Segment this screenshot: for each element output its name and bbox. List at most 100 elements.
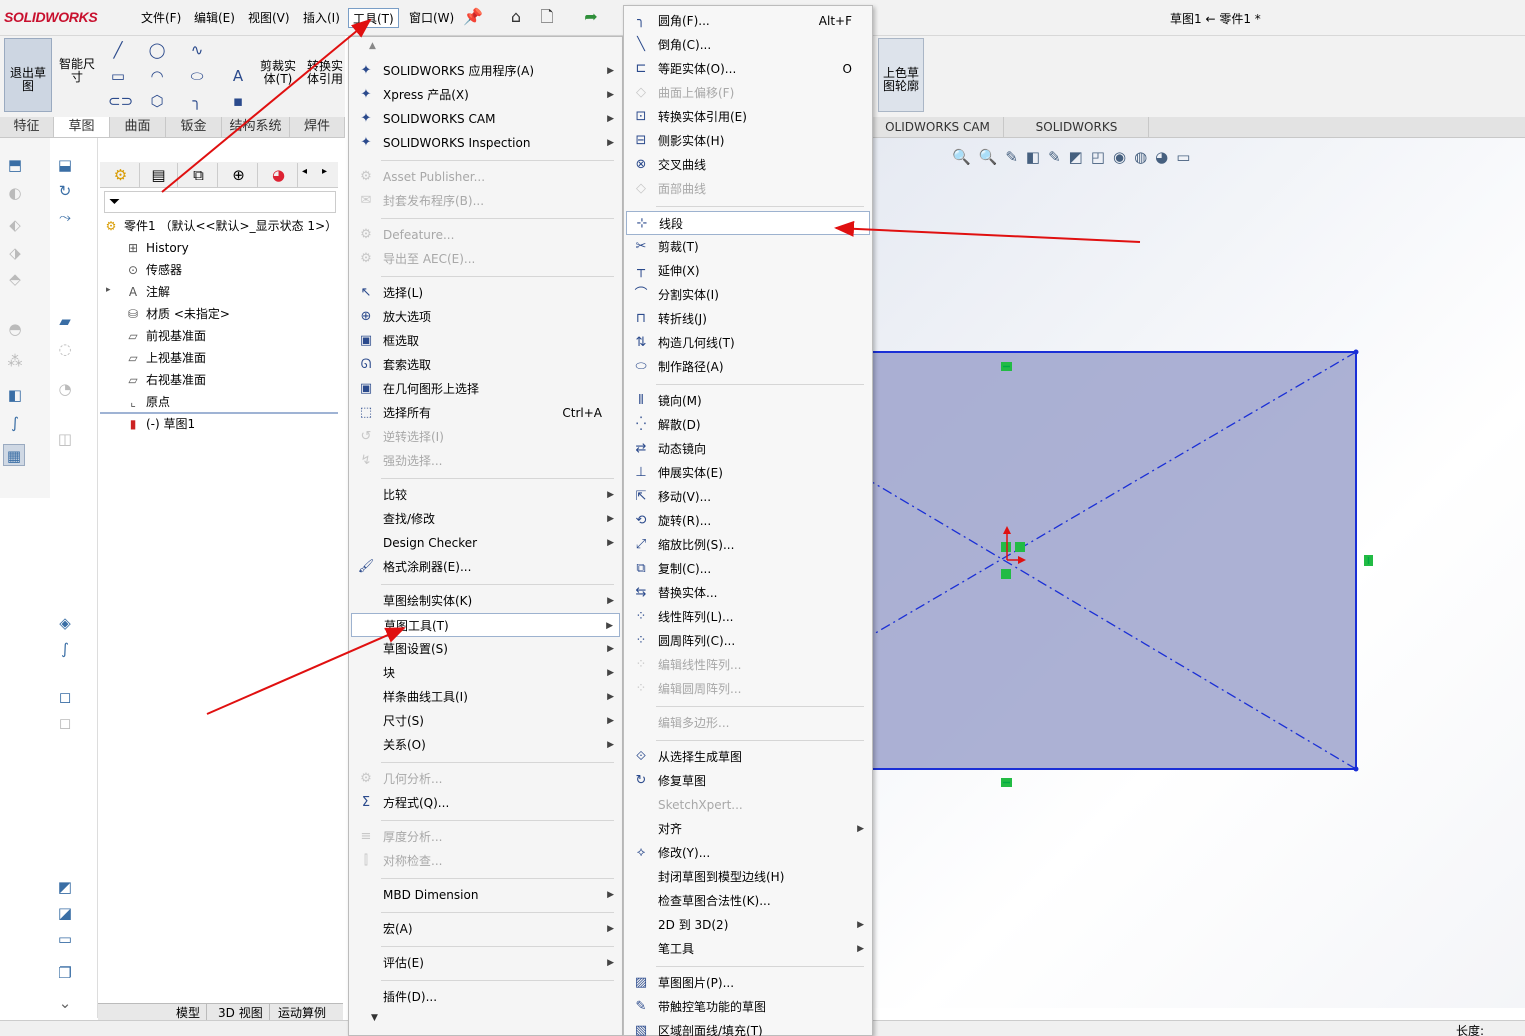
open-document-icon[interactable]: ➦ <box>580 6 602 28</box>
repair-sketch-icon[interactable]: ◪ <box>54 902 76 924</box>
tree-item-top-plane[interactable]: ▱ 上视基准面 <box>124 348 206 368</box>
tab-sketch[interactable]: 草图 <box>54 117 110 137</box>
tree-item-sensors[interactable]: ⊙ 传感器 <box>124 260 182 280</box>
fillet-icon[interactable]: ╮ <box>187 91 207 111</box>
tools-menu-item[interactable]: 评估(E) ▶ <box>351 951 620 975</box>
sketch-tools-item[interactable]: ┬ 延伸(X) <box>626 259 870 283</box>
tools-menu-item[interactable]: 宏(A) ▶ <box>351 917 620 941</box>
expand-arrow-icon[interactable]: ▸ <box>106 285 111 295</box>
sketch-tools-item[interactable]: ⟡ 修改(Y)... <box>626 841 870 865</box>
property-manager-tab-icon[interactable]: ▤ <box>140 163 178 187</box>
display-manager-tab-icon[interactable]: ◕ <box>260 163 298 187</box>
rectangle-icon[interactable]: ▭ <box>108 66 128 86</box>
expand-toolbar-icon[interactable]: ⌄ <box>54 992 76 1014</box>
scroll-left-icon[interactable]: ◂ <box>302 166 307 177</box>
tools-menu-item[interactable]: 比较 ▶ <box>351 483 620 507</box>
tab-sheet-metal[interactable]: 钣金 <box>166 117 222 137</box>
sketch-tools-item[interactable]: ╲ 倒角(C)... <box>626 33 870 57</box>
scroll-up-icon[interactable]: ▲ <box>369 41 376 51</box>
tools-menu-item[interactable]: 关系(O) ▶ <box>351 733 620 757</box>
sketch-tools-item[interactable]: ⊗ 交叉曲线 <box>626 153 870 177</box>
tools-menu-item[interactable]: ✦ Xpress 产品(X) ▶ <box>351 83 620 107</box>
tools-menu-item[interactable]: ⬚ 选择所有 Ctrl+A <box>351 401 620 425</box>
sketch-tools-item[interactable]: ▧ 区域剖面线/填充(T) <box>626 1019 870 1036</box>
sketch-tools-item[interactable]: ⌒ 分割实体(I) <box>626 283 870 307</box>
sketch-tools-item[interactable]: ⇄ 动态镜向 <box>626 437 870 461</box>
tree-filter-icon[interactable]: ⏷ <box>104 191 336 213</box>
tools-menu-item[interactable]: 块 ▶ <box>351 661 620 685</box>
sketch-tools-item[interactable]: ⁘ 线性阵列(L)... <box>626 605 870 629</box>
coincident-relation-icon[interactable] <box>1001 569 1011 579</box>
polygon-icon[interactable]: ⬡ <box>147 91 167 111</box>
tools-menu-item[interactable]: 插件(D)... <box>351 985 620 1009</box>
sketch-tools-item[interactable]: ⤢ 缩放比例(S)... <box>626 533 870 557</box>
copy-icon[interactable]: ❐ <box>54 962 76 984</box>
tools-menu-item[interactable]: 🖌 格式涂刷器(E)... <box>351 555 620 579</box>
coincident-relation-icon[interactable] <box>1015 542 1025 552</box>
tools-menu-item[interactable]: ✦ SOLIDWORKS CAM ▶ <box>351 107 620 131</box>
ellipse-icon[interactable]: ⬭ <box>187 66 207 86</box>
sketch-tools-item[interactable]: ✂ 剪裁(T) <box>626 235 870 259</box>
sketch-tools-item[interactable]: ╮ 圆角(F)... Alt+F <box>626 9 870 33</box>
point-feature-icon[interactable]: ◈ <box>54 612 76 634</box>
exit-sketch-button[interactable]: 退出草图 <box>4 38 52 112</box>
tools-menu-item[interactable]: 草图设置(S) ▶ <box>351 637 620 661</box>
menu-window[interactable]: 窗口(W) <box>405 8 458 28</box>
scroll-down-icon[interactable]: ▼ <box>371 1013 378 1023</box>
tools-menu-item[interactable]: 草图工具(T) ▶ <box>351 613 620 637</box>
sketch-tools-item[interactable]: ⟲ 旋转(R)... <box>626 509 870 533</box>
display-icon[interactable]: ▭ <box>54 928 76 950</box>
line-icon[interactable]: ╱ <box>108 40 128 60</box>
new-document-icon[interactable]: 🗋 <box>536 6 558 28</box>
sketch-tools-item[interactable]: 2D 到 3D(2) ▶ <box>626 913 870 937</box>
tree-item-front-plane[interactable]: ▱ 前视基准面 <box>124 326 206 346</box>
home-icon[interactable]: ⌂ <box>505 6 527 28</box>
tools-menu-item[interactable]: ⊕ 放大选项 <box>351 305 620 329</box>
shaded-sketch-contours-button[interactable]: 上色草图轮廓 <box>878 38 924 112</box>
sketch-tools-item[interactable]: ▨ 草图图片(P)... <box>626 971 870 995</box>
spline-icon[interactable]: ∿ <box>187 40 207 60</box>
coincident-relation-icon[interactable] <box>1001 542 1011 552</box>
instant3d-icon[interactable]: ▦ <box>3 444 25 466</box>
tree-item-right-plane[interactable]: ▱ 右视基准面 <box>124 370 206 390</box>
menu-file[interactable]: 文件(F) <box>137 8 185 28</box>
sketch-tools-item[interactable]: ⊥ 伸展实体(E) <box>626 461 870 485</box>
tree-item-origin[interactable]: ⌞ 原点 <box>124 392 170 412</box>
text-icon[interactable]: A <box>228 66 248 86</box>
tab-weldments[interactable]: 焊件 <box>290 117 345 137</box>
point-icon[interactable]: ▪ <box>228 91 248 111</box>
sketch-tools-item[interactable]: ⇱ 移动(V)... <box>626 485 870 509</box>
menu-view[interactable]: 视图(V) <box>244 8 294 28</box>
convert-entities-button[interactable]: 转换实体引用 <box>303 40 347 86</box>
sketch-tools-item[interactable]: ⊓ 转折线(J) <box>626 307 870 331</box>
sketch-tools-item[interactable]: ⬭ 制作路径(A) <box>626 355 870 379</box>
scroll-right-icon[interactable]: ▸ <box>322 166 327 177</box>
tools-menu-item[interactable]: ✦ SOLIDWORKS Inspection ▶ <box>351 131 620 155</box>
sketch-tools-item[interactable]: 对齐 ▶ <box>626 817 870 841</box>
sketch-tools-item[interactable]: 检查草图合法性(K)... <box>626 889 870 913</box>
sketch-tools-item[interactable]: 封闭草图到模型边线(H) <box>626 865 870 889</box>
sketch-tools-item[interactable]: ⊏ 等距实体(O)... O <box>626 57 870 81</box>
tools-menu-item[interactable]: ▣ 在几何图形上选择 <box>351 377 620 401</box>
plane-icon[interactable]: ▰ <box>54 310 76 332</box>
tab-inspection[interactable]: SOLIDWORKS Inspection <box>1005 117 1149 154</box>
tools-menu-item[interactable]: Design Checker ▶ <box>351 531 620 555</box>
sketch-tools-item[interactable]: ⁘ 圆周阵列(C)... <box>626 629 870 653</box>
helix-icon[interactable]: ∫ <box>54 638 76 660</box>
tools-menu-item[interactable]: Σ 方程式(Q)... <box>351 791 620 815</box>
new-part-icon[interactable]: ◻ <box>54 686 76 708</box>
tree-item-history[interactable]: ⊞ History <box>124 238 189 258</box>
sketch-tools-item[interactable]: ⊹ 线段 <box>626 211 870 235</box>
reference-geometry-icon[interactable]: ◧ <box>4 384 26 406</box>
pin-icon[interactable]: 📌 <box>462 6 484 28</box>
tree-item-material[interactable]: ⛁ 材质 <未指定> <box>124 304 230 324</box>
sketch-tools-item[interactable]: ⊡ 转换实体引用(E) <box>626 105 870 129</box>
tree-root[interactable]: ⚙ 零件1 （默认<<默认>_显示状态 1>） <box>102 216 338 236</box>
tools-menu-item[interactable]: ▣ 框选取 <box>351 329 620 353</box>
dimxpert-tab-icon[interactable]: ⊕ <box>220 163 258 187</box>
tab-surfaces[interactable]: 曲面 <box>110 117 166 137</box>
sketch-picture-icon[interactable]: ◩ <box>54 876 76 898</box>
menu-tools[interactable]: 工具(T) <box>348 8 399 28</box>
tools-menu-item[interactable]: 查找/修改 ▶ <box>351 507 620 531</box>
tools-menu-item[interactable]: ᘏ 套索选取 <box>351 353 620 377</box>
